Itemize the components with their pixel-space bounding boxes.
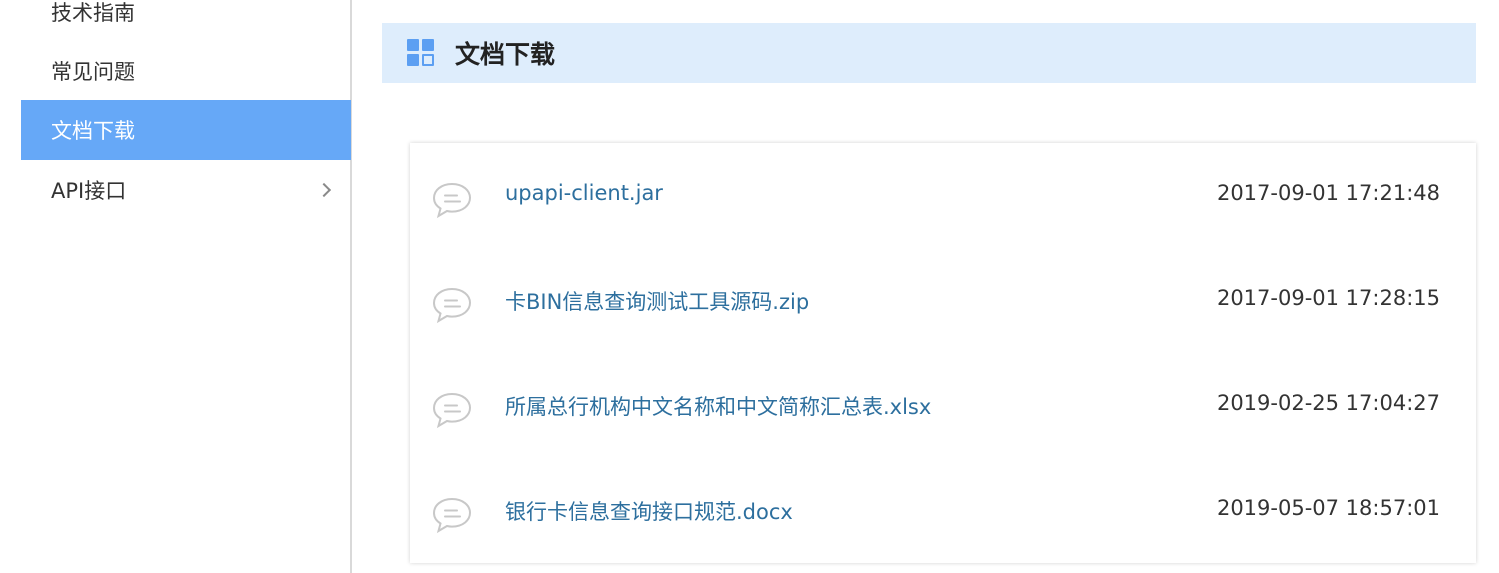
chat-bubble-icon <box>432 497 472 534</box>
file-date: 2019-02-25 17:04:27 <box>1216 391 1440 415</box>
list-item: upapi-client.jar 2017-09-01 17:21:48 <box>410 143 1476 248</box>
sidebar: 技术指南 常见问题 文档下载 API接口 <box>0 0 352 573</box>
page-title: 文档下载 <box>455 40 556 69</box>
sidebar-item-label: 技术指南 <box>51 1 135 25</box>
chat-bubble-icon <box>432 392 472 429</box>
sidebar-item-faq[interactable]: 常见问题 <box>21 41 351 101</box>
list-item: 银行卡信息查询接口规范.docx 2019-05-07 18:57:01 <box>410 458 1476 563</box>
chat-bubble-icon <box>432 182 472 219</box>
sidebar-item-api[interactable]: API接口 <box>21 160 351 220</box>
section-header: 文档下载 <box>382 23 1476 83</box>
sidebar-item-tech-guide[interactable]: 技术指南 <box>21 0 351 42</box>
file-link[interactable]: 所属总行机构中文名称和中文简称汇总表.xlsx <box>505 391 931 421</box>
file-date: 2017-09-01 17:21:48 <box>1216 181 1440 205</box>
list-item: 卡BIN信息查询测试工具源码.zip 2017-09-01 17:28:15 <box>410 248 1476 353</box>
chat-bubble-icon <box>432 287 472 324</box>
grid-icon <box>407 39 435 67</box>
sidebar-item-label: 常见问题 <box>51 60 135 84</box>
file-list: upapi-client.jar 2017-09-01 17:21:48 卡BI… <box>410 143 1476 563</box>
sidebar-item-label: 文档下载 <box>51 119 135 143</box>
file-date: 2017-09-01 17:28:15 <box>1216 286 1440 310</box>
sidebar-item-label: API接口 <box>51 179 127 203</box>
list-item: 所属总行机构中文名称和中文简称汇总表.xlsx 2019-02-25 17:04… <box>410 353 1476 458</box>
main-content: 文档下载 upapi-client.jar 2017-09-01 17:21:4… <box>382 0 1499 573</box>
file-link[interactable]: upapi-client.jar <box>505 181 663 205</box>
file-date: 2019-05-07 18:57:01 <box>1216 496 1440 520</box>
file-link[interactable]: 银行卡信息查询接口规范.docx <box>505 496 793 526</box>
sidebar-item-doc-download[interactable]: 文档下载 <box>21 100 351 160</box>
file-link[interactable]: 卡BIN信息查询测试工具源码.zip <box>505 286 809 316</box>
chevron-right-icon <box>316 182 332 198</box>
